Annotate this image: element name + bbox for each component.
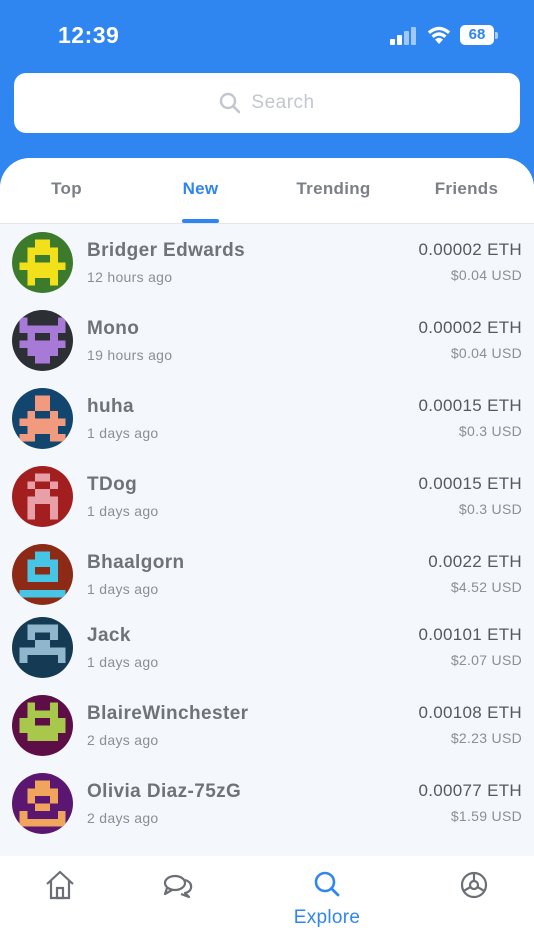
active-tab-indicator [182,219,219,223]
chat-icon [163,874,193,899]
usd-price: $0.04 USD [450,345,522,361]
pixel-avatar-icon [12,466,73,527]
user-time: 1 days ago [87,425,159,441]
eth-price: 0.0022 ETH [428,552,522,571]
search-icon [314,871,340,897]
list-item[interactable]: Jack 1 days ago 0.00101 ETH $2.07 USD [0,611,534,689]
list-item[interactable]: TDog 1 days ago 0.00015 ETH $0.3 USD [0,460,534,538]
user-name: Bhaalgorn [87,552,185,573]
pixel-avatar-icon [12,617,73,678]
list-item[interactable]: Bridger Edwards 12 hours ago 0.00002 ETH… [0,226,534,304]
user-name: Bridger Edwards [87,240,246,261]
user-time: 2 days ago [87,732,159,748]
avatar [12,310,73,371]
usd-price: $4.52 USD [450,579,522,595]
tab-top[interactable]: Top [0,158,133,222]
eth-price: 0.00015 ETH [418,396,522,415]
user-name: TDog [87,474,138,495]
search-placeholder: Search [251,92,315,113]
user-time: 2 days ago [87,810,159,826]
usd-price: $2.23 USD [450,730,522,746]
avatar [12,232,73,293]
eth-price: 0.00015 ETH [418,474,522,493]
nav-home[interactable] [20,868,100,928]
tab-trending[interactable]: Trending [267,158,400,222]
list-item[interactable]: Bhaalgorn 1 days ago 0.0022 ETH $4.52 US… [0,538,534,611]
user-name: Mono [87,318,140,339]
pixel-avatar-icon [12,544,73,605]
nav-explore[interactable]: Explore [287,868,367,928]
battery-icon: 68 [460,25,498,45]
usd-price: $0.04 USD [450,267,522,283]
content-sheet: Top New Trending Friends Bridger Edwards [0,158,534,858]
avatar [12,617,73,678]
user-time: 1 days ago [87,654,159,670]
nav-settings[interactable] [434,868,514,928]
eth-price: 0.00002 ETH [418,318,522,337]
user-time: 12 hours ago [87,269,173,285]
user-name: Jack [87,625,131,646]
user-name: huha [87,396,134,417]
eth-price: 0.00108 ETH [418,703,522,722]
settings-icon [460,871,488,899]
list-item[interactable]: huha 1 days ago 0.00015 ETH $0.3 USD [0,382,534,460]
user-list: Bridger Edwards 12 hours ago 0.00002 ETH… [0,226,534,845]
avatar [12,388,73,449]
pixel-avatar-icon [12,310,73,371]
list-item[interactable]: BlaireWinchester 2 days ago 0.00108 ETH … [0,689,534,767]
status-bar: 12:39 68 [0,0,534,70]
wifi-icon [427,26,451,44]
user-name: Olivia Diaz-75zG [87,781,242,802]
pixel-avatar-icon [12,695,73,756]
list-item[interactable]: Olivia Diaz-75zG 2 days ago 0.00077 ETH … [0,767,534,845]
cellular-signal-icon [390,27,416,45]
tab-new[interactable]: New [134,158,267,222]
search-icon [220,92,241,114]
usd-price: $1.59 USD [450,808,522,824]
user-name: BlaireWinchester [87,703,249,724]
nav-explore-label: Explore [293,907,361,928]
list-item[interactable]: Mono 19 hours ago 0.00002 ETH $0.04 USD [0,304,534,382]
user-time: 1 days ago [87,581,159,597]
eth-price: 0.00002 ETH [418,240,522,259]
avatar [12,466,73,527]
search-input[interactable]: Search [14,73,520,133]
bottom-tab-bar: Explore [0,856,534,950]
user-time: 19 hours ago [87,347,173,363]
home-icon [46,870,74,900]
usd-price: $0.3 USD [458,501,522,517]
pixel-avatar-icon [12,388,73,449]
user-time: 1 days ago [87,503,159,519]
usd-price: $0.3 USD [458,423,522,439]
avatar [12,544,73,605]
nav-chat[interactable] [138,868,218,928]
status-time: 12:39 [58,22,120,48]
tab-bar-top: Top New Trending Friends [0,158,534,224]
eth-price: 0.00077 ETH [418,781,522,800]
avatar [12,773,73,834]
pixel-avatar-icon [12,773,73,834]
usd-price: $2.07 USD [450,652,522,668]
avatar [12,695,73,756]
battery-level: 68 [460,25,494,45]
tab-friends[interactable]: Friends [400,158,533,222]
pixel-avatar-icon [12,232,73,293]
eth-price: 0.00101 ETH [418,625,522,644]
